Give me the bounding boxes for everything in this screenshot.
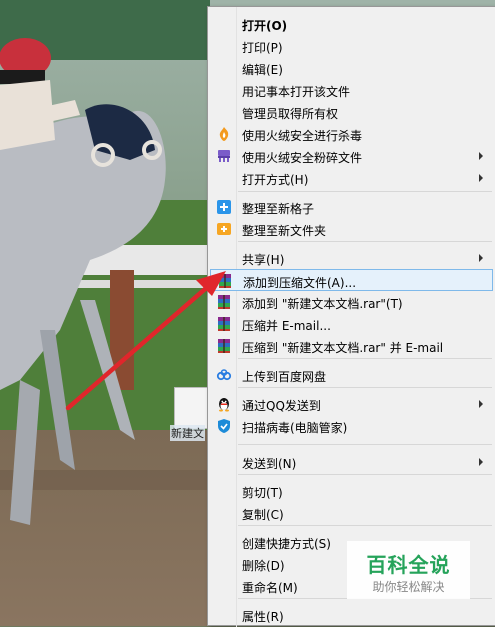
menu-item-label: 共享(H)	[242, 253, 285, 267]
menu-item-label: 用记事本打开该文件	[242, 85, 351, 99]
menu-separator	[238, 525, 492, 526]
menu-item-label: 打印(P)	[242, 41, 283, 55]
menu-separator	[238, 387, 492, 388]
menu-item-label: 添加到 "新建文本文档.rar"(T)	[242, 297, 403, 311]
text-file-icon	[174, 387, 210, 429]
menu-item-label: 压缩并 E-mail...	[242, 319, 331, 333]
menu-item-2[interactable]: 编辑(E)	[210, 57, 493, 79]
menu-item-16[interactable]: 通过QQ发送到	[210, 393, 493, 415]
menu-item-13[interactable]: 压缩并 E-mail...	[210, 313, 493, 335]
menu-item-label: 创建快捷方式(S)	[242, 537, 331, 551]
menu-separator	[238, 444, 492, 445]
winrar-icon	[216, 294, 232, 310]
tencent-shield-icon	[216, 418, 232, 434]
menu-item-label: 重命名(M)	[242, 581, 298, 595]
submenu-arrow-icon	[479, 254, 483, 262]
watermark-subtitle: 助你轻松解决	[372, 580, 445, 594]
menu-item-15[interactable]: 上传到百度网盘	[210, 364, 493, 386]
orange-plus-icon	[216, 221, 232, 237]
winrar-icon	[216, 338, 232, 354]
menu-item-label: 发送到(N)	[242, 457, 297, 471]
menu-item-label: 使用火绒安全进行杀毒	[242, 129, 363, 143]
submenu-arrow-icon	[479, 400, 483, 408]
submenu-arrow-icon	[479, 152, 483, 160]
menu-item-label: 压缩到 "新建文本文档.rar" 并 E-mail	[242, 341, 444, 355]
menu-item-label: 属性(R)	[242, 610, 284, 624]
menu-item-label: 编辑(E)	[242, 63, 283, 77]
blue-plus-icon	[216, 199, 232, 215]
context-menu: 打开(O) 打印(P) 编辑(E) 用记事本打开该文件 管理员取得所有权使用火绒安全进行…	[207, 6, 495, 627]
menu-item-9[interactable]: 整理至新文件夹	[210, 218, 493, 240]
menu-item-label: 打开(O)	[242, 19, 288, 33]
huorong-shield-icon	[216, 126, 232, 142]
menu-item-24[interactable]: 属性(R)	[210, 604, 493, 626]
shredder-icon	[216, 148, 232, 164]
menu-item-label: 使用火绒安全粉碎文件	[242, 151, 363, 165]
menu-item-1[interactable]: 打印(P)	[210, 35, 493, 57]
menu-item-8[interactable]: 整理至新格子	[210, 196, 493, 218]
menu-item-6[interactable]: 使用火绒安全粉碎文件	[210, 145, 493, 167]
menu-item-4[interactable]: 管理员取得所有权	[210, 101, 493, 123]
menu-item-label: 复制(C)	[242, 508, 284, 522]
menu-item-label: 整理至新格子	[242, 202, 315, 216]
menu-item-11[interactable]: 添加到压缩文件(A)...	[210, 269, 493, 291]
menu-item-label: 剪切(T)	[242, 486, 283, 500]
menu-item-label: 管理员取得所有权	[242, 107, 339, 121]
menu-item-label: 上传到百度网盘	[242, 370, 327, 384]
watermark-title: 百科全说	[366, 553, 451, 577]
menu-item-0[interactable]: 打开(O)	[210, 13, 493, 35]
menu-item-14[interactable]: 压缩到 "新建文本文档.rar" 并 E-mail	[210, 335, 493, 357]
menu-item-label: 添加到压缩文件(A)...	[243, 276, 357, 290]
menu-item-3[interactable]: 用记事本打开该文件	[210, 79, 493, 101]
menu-separator	[238, 358, 492, 359]
menu-item-label: 删除(D)	[242, 559, 285, 573]
menu-separator	[238, 474, 492, 475]
menu-item-19[interactable]: 剪切(T)	[210, 480, 493, 502]
menu-separator	[238, 241, 492, 242]
winrar-icon	[216, 316, 232, 332]
watermark: 百科全说 助你轻松解决	[347, 541, 470, 599]
submenu-arrow-icon	[479, 458, 483, 466]
menu-item-5[interactable]: 使用火绒安全进行杀毒	[210, 123, 493, 145]
menu-item-20[interactable]: 复制(C)	[210, 502, 493, 524]
menu-item-12[interactable]: 添加到 "新建文本文档.rar"(T)	[210, 291, 493, 313]
menu-item-label: 通过QQ发送到	[242, 399, 321, 413]
menu-item-label: 整理至新文件夹	[242, 224, 327, 238]
qq-penguin-icon	[216, 396, 232, 412]
menu-item-label: 扫描病毒(电脑管家)	[242, 421, 348, 435]
menu-item-10[interactable]: 共享(H)	[210, 247, 493, 269]
menu-item-7[interactable]: 打开方式(H)	[210, 167, 493, 189]
baidu-cloud-icon	[216, 367, 232, 383]
menu-separator	[238, 191, 492, 192]
menu-item-17[interactable]: 扫描病毒(电脑管家)	[210, 415, 493, 437]
desktop-file-label: 新建文	[170, 425, 205, 441]
submenu-arrow-icon	[479, 174, 483, 182]
menu-item-18[interactable]: 发送到(N)	[210, 451, 493, 473]
winrar-icon	[217, 273, 233, 289]
menu-item-label: 打开方式(H)	[242, 173, 309, 187]
